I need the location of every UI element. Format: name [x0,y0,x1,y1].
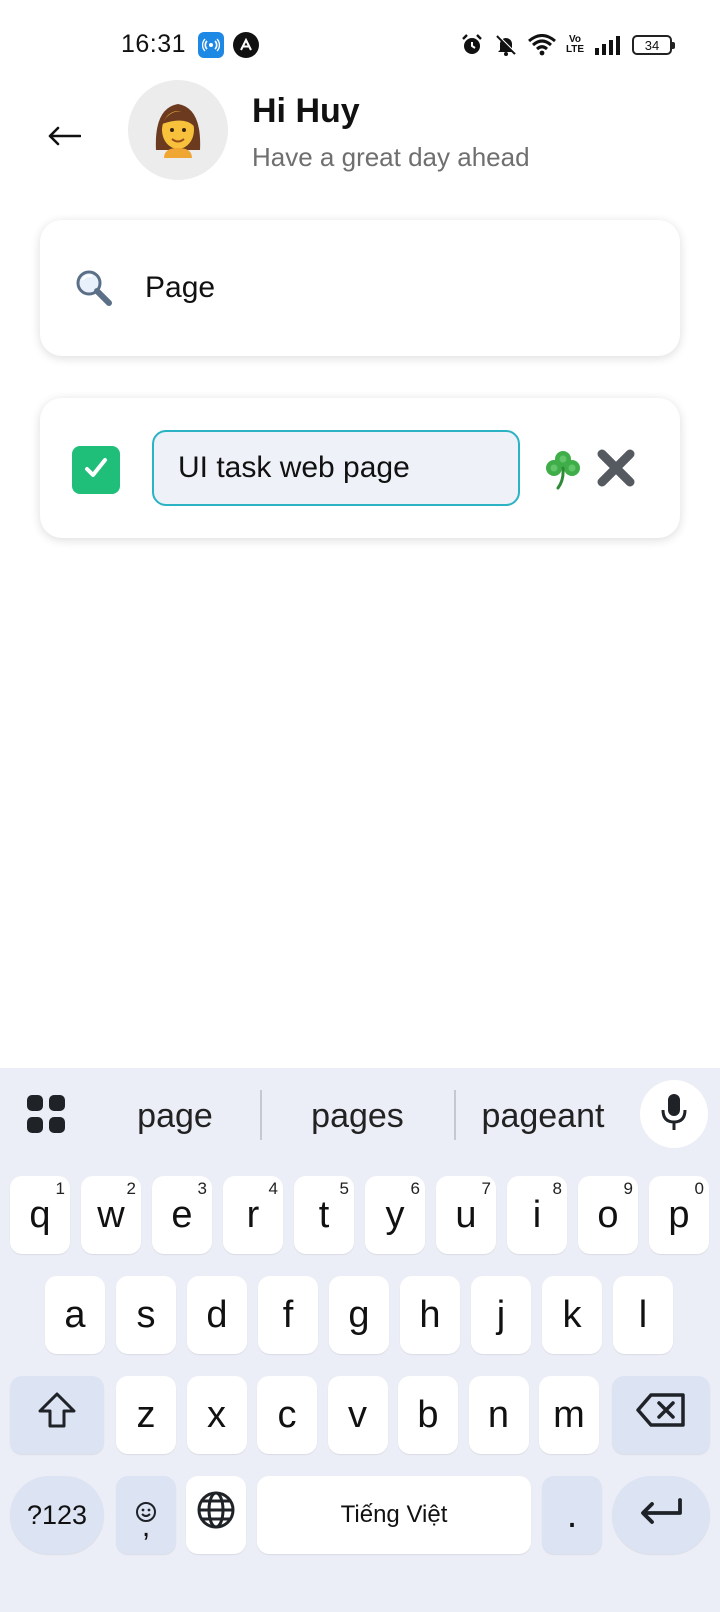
status-icons: Vo LTE 34 [460,30,675,60]
key-c[interactable]: c [257,1376,317,1454]
key-label: t [318,1193,330,1236]
language-key[interactable] [186,1476,246,1554]
key-label: u [455,1193,477,1236]
key-m[interactable]: m [539,1376,599,1454]
key-s[interactable]: s [116,1276,176,1354]
key-i[interactable]: i8 [507,1176,567,1254]
key-label: e [171,1193,193,1236]
key-w[interactable]: w2 [81,1176,141,1254]
space-key[interactable]: Tiếng Việt [257,1476,531,1554]
alarm-icon [460,33,484,57]
status-bar: 16:31 Vo LTE 34 [0,0,720,90]
shift-arrow-icon [37,1391,77,1439]
key-label: i [532,1193,542,1236]
key-u[interactable]: u7 [436,1176,496,1254]
avatar[interactable] [128,80,228,180]
key-hint: 6 [410,1179,420,1198]
search-card [40,220,680,356]
battery-level: 34 [644,37,660,53]
keyboard: page pages pageant q1w2e3r4t5y6u7i8o9p0 … [0,1068,720,1612]
suggestion-1[interactable]: page [110,1090,240,1142]
key-j[interactable]: j [471,1276,531,1354]
key-label: p [668,1193,690,1236]
key-v[interactable]: v [327,1376,388,1454]
key-r[interactable]: r4 [223,1176,283,1254]
backspace-key[interactable] [612,1376,710,1454]
back-button[interactable] [40,110,88,158]
hotspot-icon [198,32,224,58]
arrow-left-icon [47,113,82,155]
key-z[interactable]: z [116,1376,176,1454]
signal-icon [594,35,622,55]
enter-arrow-icon [638,1494,684,1537]
comma-label: , [141,1510,151,1543]
key-hint: 4 [268,1179,278,1198]
check-icon [82,454,110,487]
key-label: r [246,1193,260,1236]
key-x[interactable]: x [186,1376,247,1454]
globe-icon [196,1490,236,1540]
status-time: 16:31 [121,30,187,58]
key-hint: 7 [481,1179,491,1198]
key-l[interactable]: l [613,1276,673,1354]
suggestion-bar: page pages pageant [0,1068,720,1162]
close-x-icon[interactable] [594,446,638,490]
enter-key[interactable] [612,1476,710,1554]
volte-icon: Vo LTE [565,34,585,55]
magnifier-icon [74,268,114,308]
microphone-icon [659,1092,689,1137]
key-y[interactable]: y6 [365,1176,425,1254]
key-hint: 0 [694,1179,704,1198]
wifi-icon [528,34,556,56]
task-checkbox[interactable] [72,446,120,494]
key-label: w [97,1193,125,1236]
key-n[interactable]: n [468,1376,529,1454]
microphone-button[interactable] [640,1080,708,1148]
key-hint: 2 [126,1179,136,1198]
key-hint: 5 [339,1179,349,1198]
greeting-subtitle: Have a great day ahead [252,142,530,172]
task-text-field[interactable] [152,430,520,506]
key-q[interactable]: q1 [10,1176,70,1254]
period-key[interactable]: . [542,1476,602,1554]
key-label: q [29,1193,51,1236]
suggestion-2[interactable]: pages [280,1090,435,1142]
emoji-comma-key[interactable]: , [116,1476,176,1554]
key-label: y [385,1193,405,1236]
key-hint: 8 [552,1179,562,1198]
clover-icon[interactable] [542,448,584,490]
key-label: o [597,1193,619,1236]
suggestion-divider [454,1090,456,1140]
greeting-title: Hi Huy [252,92,360,130]
key-t[interactable]: t5 [294,1176,354,1254]
backspace-icon [635,1392,687,1438]
key-b[interactable]: b [398,1376,458,1454]
app-a-icon [233,32,259,58]
symbols-key[interactable]: ?123 [10,1476,104,1554]
key-f[interactable]: f [258,1276,318,1354]
key-hint: 9 [623,1179,633,1198]
task-card [40,398,680,538]
suggestion-divider [260,1090,262,1140]
key-e[interactable]: e3 [152,1176,212,1254]
key-h[interactable]: h [400,1276,460,1354]
battery-icon: 34 [632,35,675,55]
bell-muted-icon [494,33,518,57]
key-o[interactable]: o9 [578,1176,638,1254]
key-g[interactable]: g [329,1276,389,1354]
shift-key[interactable] [10,1376,104,1454]
key-hint: 1 [55,1179,65,1198]
key-k[interactable]: k [542,1276,602,1354]
key-a[interactable]: a [45,1276,105,1354]
suggestion-3[interactable]: pageant [468,1090,618,1142]
key-hint: 3 [197,1179,207,1198]
apps-grid-icon[interactable] [26,1094,66,1134]
key-d[interactable]: d [187,1276,247,1354]
key-p[interactable]: p0 [649,1176,709,1254]
woman-avatar-icon [150,98,206,163]
search-input[interactable] [145,258,645,318]
